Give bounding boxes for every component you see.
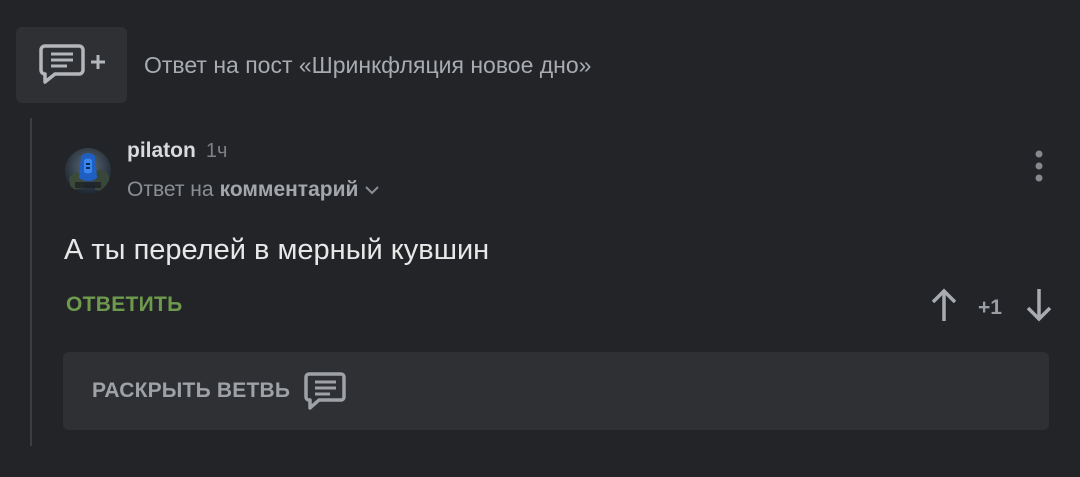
arrow-down-icon — [1025, 287, 1053, 328]
comment-meta: pilaton 1ч — [127, 139, 227, 163]
reply-to-target[interactable]: комментарий — [220, 178, 359, 202]
downvote-button[interactable] — [1021, 287, 1057, 327]
comment-text: А ты перелей в мерный кувшин — [64, 234, 490, 266]
comment-score: +1 — [978, 296, 1002, 319]
comment-add-icon — [37, 42, 107, 89]
comment-time: 1ч — [205, 140, 228, 162]
comment-author[interactable]: pilaton — [127, 139, 196, 163]
comment-icon — [304, 371, 346, 411]
more-vertical-icon — [1034, 149, 1044, 188]
arrow-up-icon — [930, 287, 958, 328]
post-header: Ответ на пост «Шринкфляция новое дно» — [16, 27, 591, 103]
add-comment-button[interactable] — [16, 27, 127, 103]
upvote-button[interactable] — [926, 287, 962, 327]
post-title[interactable]: Ответ на пост «Шринкфляция новое дно» — [144, 52, 591, 79]
reply-to[interactable]: Ответ на комментарий — [127, 178, 380, 202]
reply-to-prefix: Ответ на — [127, 178, 214, 201]
more-options-button[interactable] — [1024, 148, 1054, 188]
chevron-down-icon[interactable] — [364, 184, 380, 196]
reply-button[interactable]: ОТВЕТИТЬ — [66, 293, 183, 317]
expand-branch-button[interactable]: РАСКРЫТЬ ВЕТВЬ — [63, 352, 1049, 430]
thread-line[interactable] — [30, 118, 32, 446]
avatar[interactable] — [65, 148, 111, 194]
expand-branch-label: РАСКРЫТЬ ВЕТВЬ — [92, 379, 291, 402]
